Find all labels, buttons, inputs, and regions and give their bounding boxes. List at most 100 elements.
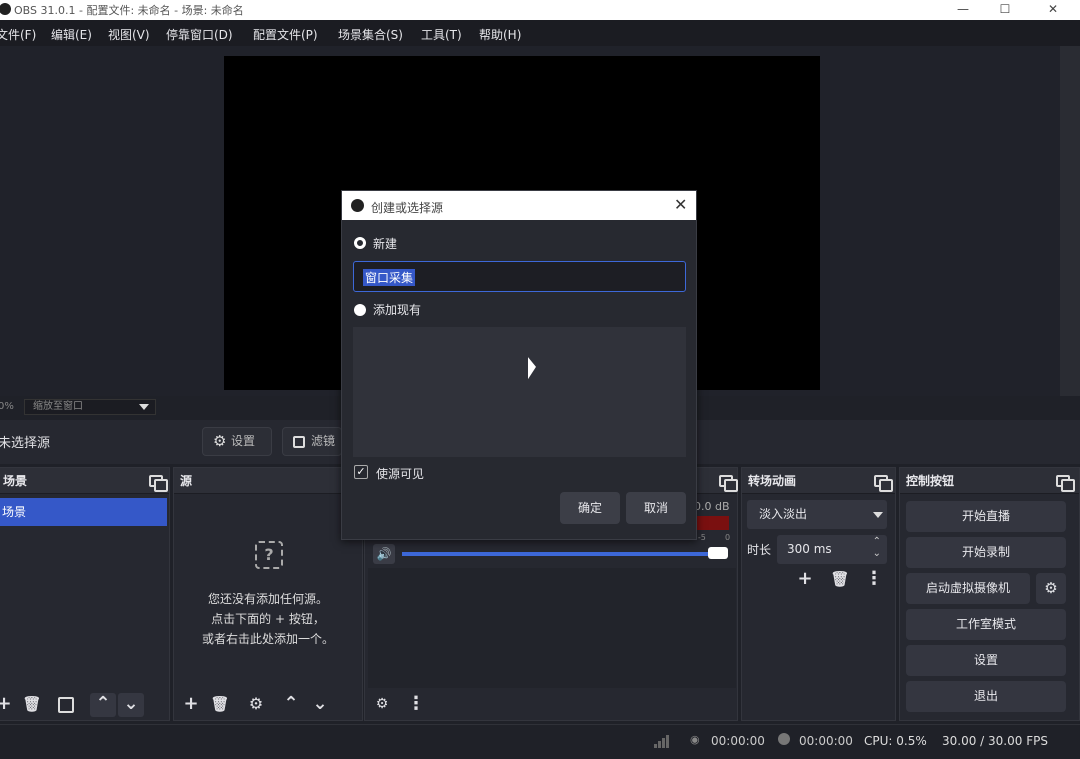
transition-menu-kebab-icon[interactable]: ⋮ [862, 568, 886, 592]
exit-button[interactable]: 退出 [906, 681, 1066, 712]
fps-readout: 30.00 / 30.00 FPS [942, 734, 1048, 748]
source-name-value: 窗口采集 [363, 269, 416, 286]
add-scene-icon[interactable]: + [0, 693, 16, 717]
new-source-label: 新建 [373, 237, 398, 251]
controls-title: 控制按钮 [906, 474, 955, 488]
preview-side-strip [1060, 46, 1080, 416]
menu-file[interactable]: 文件(F) [0, 26, 36, 43]
gear-icon: ⚙ [213, 432, 227, 450]
zoom-mode-select[interactable]: 缩放至窗口 [24, 399, 156, 415]
start-virtual-camera-button[interactable]: 启动虚拟摄像机 [906, 573, 1030, 604]
mixer-empty-area [368, 568, 736, 688]
menu-edit[interactable]: 编辑(E) [51, 26, 92, 43]
existing-sources-list[interactable] [353, 327, 686, 457]
source-name-input[interactable]: 窗口采集 [353, 261, 686, 292]
create-select-source-dialog: 创建或选择源 ✕ 新建 窗口采集 添加现有 ✓ 使源可见 确定 取消 [341, 190, 697, 540]
obs-logo-icon [0, 3, 11, 15]
zoom-percent: 0% [0, 401, 14, 412]
cancel-button[interactable]: 取消 [626, 492, 686, 524]
spin-arrows-icon[interactable]: ⌃ ⌄ [873, 536, 881, 560]
mixer-menu-kebab-icon[interactable]: ⋮ [404, 693, 428, 717]
menu-scene-collection[interactable]: 场景集合(S) [338, 26, 403, 43]
add-existing-label: 添加现有 [373, 303, 422, 317]
mixer-db-value: 0.0 dB [694, 500, 730, 513]
question-mark-icon: ? [255, 541, 283, 569]
undock-icon[interactable] [149, 475, 168, 492]
sources-empty-line-3: 或者右击此处添加一个。 [201, 632, 334, 646]
chevron-down-icon [139, 404, 149, 410]
sources-dock-header: 源 [174, 468, 362, 494]
start-streaming-button[interactable]: 开始直播 [906, 501, 1066, 532]
new-source-radio[interactable] [354, 237, 366, 249]
source-down-chevron-icon[interactable]: ⌄ [308, 693, 332, 717]
source-filters-button[interactable]: 滤镜 [282, 427, 342, 456]
duration-spinbox[interactable]: 300 ms ⌃ ⌄ [777, 535, 887, 564]
dialog-close-icon[interactable]: ✕ [674, 195, 687, 214]
dialog-title-bar: 创建或选择源 ✕ [342, 191, 696, 220]
scene-filters-icon[interactable] [58, 697, 74, 713]
source-properties-gear-icon[interactable]: ⚙ [244, 693, 268, 717]
remove-scene-trash-icon[interactable]: 🗑 [20, 693, 44, 717]
stream-time: 00:00:00 [711, 734, 765, 748]
source-filters-label: 滤镜 [311, 434, 336, 448]
chevron-up-icon[interactable]: ⌃ [90, 693, 116, 717]
add-transition-icon[interactable]: + [793, 568, 817, 592]
menu-view[interactable]: 视图(V) [108, 26, 150, 43]
transitions-dock-header: 转场动画 [742, 468, 895, 494]
checkmark-icon: ✓ [356, 465, 366, 478]
dialog-title: 创建或选择源 [371, 201, 444, 215]
virtual-camera-gear-icon[interactable]: ⚙ [1036, 573, 1066, 604]
mixer-tick-label: -5 [697, 533, 706, 542]
mixer-tick-label: 0 [725, 533, 731, 542]
volume-fill [402, 552, 720, 556]
mixer-advanced-gear-icon[interactable]: ⚙ [370, 693, 394, 717]
window-title: OBS 31.0.1 - 配置文件: 未命名 - 场景: 未命名 [14, 4, 244, 17]
volume-track [402, 552, 720, 556]
visible-checkbox[interactable]: ✓ [354, 465, 368, 479]
transitions-title: 转场动画 [748, 474, 797, 488]
obs-logo-icon [351, 199, 364, 212]
studio-mode-button[interactable]: 工作室模式 [906, 609, 1066, 640]
source-settings-button[interactable]: ⚙ 设置 [202, 427, 272, 456]
transition-select[interactable]: 淡入淡出 [747, 500, 887, 529]
minimize-button[interactable]: — [948, 0, 978, 20]
undock-icon[interactable] [874, 475, 893, 492]
volume-slider-handle[interactable] [708, 547, 728, 559]
record-status-icon [778, 733, 790, 745]
start-recording-button[interactable]: 开始录制 [906, 537, 1066, 568]
ok-button[interactable]: 确定 [560, 492, 620, 524]
menu-docks[interactable]: 停靠窗口(D) [166, 26, 233, 43]
mixer-peak-meter [697, 516, 729, 530]
menu-help[interactable]: 帮助(H) [479, 26, 521, 43]
undock-icon[interactable] [719, 475, 738, 492]
record-time: 00:00:00 [799, 734, 853, 748]
undock-icon[interactable] [1056, 475, 1075, 492]
menu-profile[interactable]: 配置文件(P) [253, 26, 318, 43]
remove-source-trash-icon[interactable]: 🗑 [208, 693, 232, 717]
scene-list-item[interactable]: 场景 [0, 498, 167, 526]
maximize-button[interactable]: ☐ [990, 0, 1020, 20]
source-up-chevron-icon[interactable]: ⌃ [279, 693, 303, 717]
scenes-title: 场景 [3, 474, 28, 488]
visible-checkbox-label: 使源可见 [376, 467, 425, 481]
source-settings-label: 设置 [231, 434, 256, 448]
duration-value: 300 ms [787, 542, 832, 556]
sources-empty-message: 您还没有添加任何源。 点击下面的 + 按钮， 或者右击此处添加一个。 [176, 589, 360, 649]
signal-bars-icon [654, 734, 670, 748]
menu-tools[interactable]: 工具(T) [421, 26, 462, 43]
add-existing-radio[interactable] [354, 304, 366, 316]
speaker-icon[interactable]: 🔊 [373, 544, 395, 564]
cpu-usage: CPU: 0.5% [864, 734, 927, 748]
zoom-mode-value: 缩放至窗口 [33, 401, 83, 412]
close-button[interactable]: ✕ [1038, 0, 1068, 20]
mouse-cursor-icon [528, 357, 536, 383]
chevron-down-icon[interactable]: ⌄ [118, 693, 144, 717]
remove-transition-trash-icon[interactable]: 🗑 [828, 568, 852, 592]
sources-title: 源 [180, 474, 193, 488]
transition-select-value: 淡入淡出 [759, 507, 808, 521]
controls-dock-header: 控制按钮 [900, 468, 1079, 494]
window-title-bar: OBS 31.0.1 - 配置文件: 未命名 - 场景: 未命名 — ☐ ✕ [0, 0, 1080, 20]
sources-empty-line-1: 您还没有添加任何源。 [207, 592, 328, 606]
settings-button[interactable]: 设置 [906, 645, 1066, 676]
add-source-icon[interactable]: + [179, 693, 203, 717]
